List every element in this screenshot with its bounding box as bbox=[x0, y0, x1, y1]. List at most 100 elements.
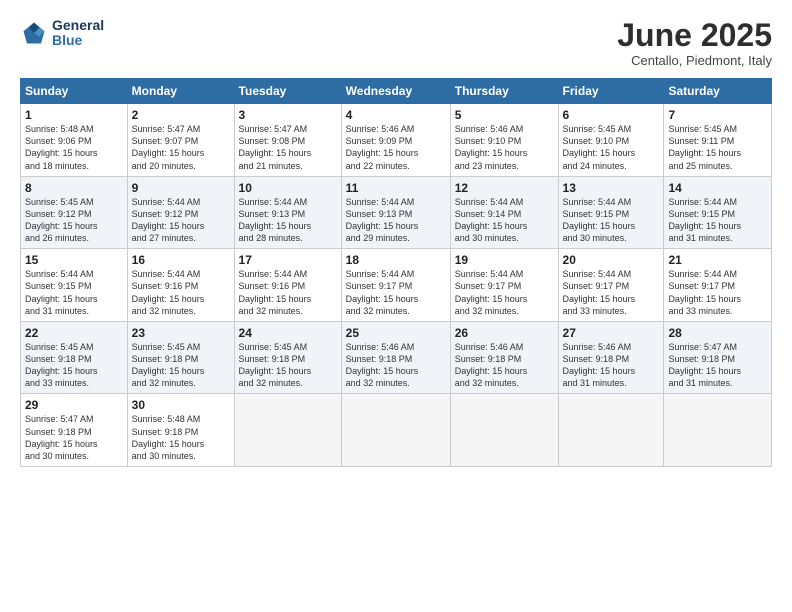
day-cell: 16Sunrise: 5:44 AM Sunset: 9:16 PM Dayli… bbox=[127, 249, 234, 322]
day-info: Sunrise: 5:48 AM Sunset: 9:06 PM Dayligh… bbox=[25, 123, 123, 172]
header: General Blue June 2025 Centallo, Piedmon… bbox=[20, 18, 772, 68]
day-cell: 11Sunrise: 5:44 AM Sunset: 9:13 PM Dayli… bbox=[341, 176, 450, 249]
day-info: Sunrise: 5:46 AM Sunset: 9:18 PM Dayligh… bbox=[346, 341, 446, 390]
day-cell bbox=[341, 394, 450, 467]
day-info: Sunrise: 5:44 AM Sunset: 9:16 PM Dayligh… bbox=[132, 268, 230, 317]
week-row-5: 29Sunrise: 5:47 AM Sunset: 9:18 PM Dayli… bbox=[21, 394, 772, 467]
weekday-header-tuesday: Tuesday bbox=[234, 79, 341, 104]
day-cell: 19Sunrise: 5:44 AM Sunset: 9:17 PM Dayli… bbox=[450, 249, 558, 322]
day-number: 22 bbox=[25, 326, 123, 340]
day-number: 18 bbox=[346, 253, 446, 267]
day-cell: 12Sunrise: 5:44 AM Sunset: 9:14 PM Dayli… bbox=[450, 176, 558, 249]
day-info: Sunrise: 5:45 AM Sunset: 9:11 PM Dayligh… bbox=[668, 123, 767, 172]
day-number: 7 bbox=[668, 108, 767, 122]
day-cell: 5Sunrise: 5:46 AM Sunset: 9:10 PM Daylig… bbox=[450, 104, 558, 177]
weekday-header-sunday: Sunday bbox=[21, 79, 128, 104]
day-number: 4 bbox=[346, 108, 446, 122]
day-cell: 7Sunrise: 5:45 AM Sunset: 9:11 PM Daylig… bbox=[664, 104, 772, 177]
day-info: Sunrise: 5:44 AM Sunset: 9:13 PM Dayligh… bbox=[239, 196, 337, 245]
weekday-header-wednesday: Wednesday bbox=[341, 79, 450, 104]
day-info: Sunrise: 5:45 AM Sunset: 9:18 PM Dayligh… bbox=[132, 341, 230, 390]
day-number: 30 bbox=[132, 398, 230, 412]
day-number: 9 bbox=[132, 181, 230, 195]
week-row-4: 22Sunrise: 5:45 AM Sunset: 9:18 PM Dayli… bbox=[21, 321, 772, 394]
day-number: 25 bbox=[346, 326, 446, 340]
weekday-header-row: SundayMondayTuesdayWednesdayThursdayFrid… bbox=[21, 79, 772, 104]
day-cell: 22Sunrise: 5:45 AM Sunset: 9:18 PM Dayli… bbox=[21, 321, 128, 394]
day-number: 15 bbox=[25, 253, 123, 267]
calendar: SundayMondayTuesdayWednesdayThursdayFrid… bbox=[20, 78, 772, 467]
day-number: 17 bbox=[239, 253, 337, 267]
day-cell: 25Sunrise: 5:46 AM Sunset: 9:18 PM Dayli… bbox=[341, 321, 450, 394]
day-number: 20 bbox=[563, 253, 660, 267]
day-number: 13 bbox=[563, 181, 660, 195]
day-cell: 27Sunrise: 5:46 AM Sunset: 9:18 PM Dayli… bbox=[558, 321, 664, 394]
title-block: June 2025 Centallo, Piedmont, Italy bbox=[617, 18, 772, 68]
day-info: Sunrise: 5:47 AM Sunset: 9:07 PM Dayligh… bbox=[132, 123, 230, 172]
day-number: 24 bbox=[239, 326, 337, 340]
day-info: Sunrise: 5:48 AM Sunset: 9:18 PM Dayligh… bbox=[132, 413, 230, 462]
month-title: June 2025 bbox=[617, 18, 772, 53]
day-number: 14 bbox=[668, 181, 767, 195]
day-cell: 15Sunrise: 5:44 AM Sunset: 9:15 PM Dayli… bbox=[21, 249, 128, 322]
day-info: Sunrise: 5:45 AM Sunset: 9:18 PM Dayligh… bbox=[25, 341, 123, 390]
day-info: Sunrise: 5:44 AM Sunset: 9:15 PM Dayligh… bbox=[25, 268, 123, 317]
day-number: 2 bbox=[132, 108, 230, 122]
day-number: 26 bbox=[455, 326, 554, 340]
day-info: Sunrise: 5:44 AM Sunset: 9:16 PM Dayligh… bbox=[239, 268, 337, 317]
day-number: 16 bbox=[132, 253, 230, 267]
day-cell: 18Sunrise: 5:44 AM Sunset: 9:17 PM Dayli… bbox=[341, 249, 450, 322]
day-info: Sunrise: 5:44 AM Sunset: 9:12 PM Dayligh… bbox=[132, 196, 230, 245]
day-cell: 20Sunrise: 5:44 AM Sunset: 9:17 PM Dayli… bbox=[558, 249, 664, 322]
day-info: Sunrise: 5:46 AM Sunset: 9:18 PM Dayligh… bbox=[455, 341, 554, 390]
day-cell: 23Sunrise: 5:45 AM Sunset: 9:18 PM Dayli… bbox=[127, 321, 234, 394]
day-number: 12 bbox=[455, 181, 554, 195]
week-row-3: 15Sunrise: 5:44 AM Sunset: 9:15 PM Dayli… bbox=[21, 249, 772, 322]
day-cell bbox=[450, 394, 558, 467]
day-info: Sunrise: 5:45 AM Sunset: 9:12 PM Dayligh… bbox=[25, 196, 123, 245]
day-number: 21 bbox=[668, 253, 767, 267]
day-cell: 17Sunrise: 5:44 AM Sunset: 9:16 PM Dayli… bbox=[234, 249, 341, 322]
day-cell: 21Sunrise: 5:44 AM Sunset: 9:17 PM Dayli… bbox=[664, 249, 772, 322]
week-row-1: 1Sunrise: 5:48 AM Sunset: 9:06 PM Daylig… bbox=[21, 104, 772, 177]
day-number: 6 bbox=[563, 108, 660, 122]
day-number: 11 bbox=[346, 181, 446, 195]
day-cell: 3Sunrise: 5:47 AM Sunset: 9:08 PM Daylig… bbox=[234, 104, 341, 177]
day-info: Sunrise: 5:46 AM Sunset: 9:10 PM Dayligh… bbox=[455, 123, 554, 172]
day-cell bbox=[234, 394, 341, 467]
day-info: Sunrise: 5:45 AM Sunset: 9:18 PM Dayligh… bbox=[239, 341, 337, 390]
day-cell bbox=[558, 394, 664, 467]
day-cell: 26Sunrise: 5:46 AM Sunset: 9:18 PM Dayli… bbox=[450, 321, 558, 394]
day-info: Sunrise: 5:46 AM Sunset: 9:09 PM Dayligh… bbox=[346, 123, 446, 172]
day-number: 19 bbox=[455, 253, 554, 267]
day-cell: 13Sunrise: 5:44 AM Sunset: 9:15 PM Dayli… bbox=[558, 176, 664, 249]
page: General Blue June 2025 Centallo, Piedmon… bbox=[0, 0, 792, 612]
day-cell: 10Sunrise: 5:44 AM Sunset: 9:13 PM Dayli… bbox=[234, 176, 341, 249]
day-info: Sunrise: 5:44 AM Sunset: 9:15 PM Dayligh… bbox=[563, 196, 660, 245]
logo-text: General Blue bbox=[52, 18, 104, 49]
day-info: Sunrise: 5:44 AM Sunset: 9:17 PM Dayligh… bbox=[668, 268, 767, 317]
day-number: 3 bbox=[239, 108, 337, 122]
day-cell: 24Sunrise: 5:45 AM Sunset: 9:18 PM Dayli… bbox=[234, 321, 341, 394]
day-cell: 4Sunrise: 5:46 AM Sunset: 9:09 PM Daylig… bbox=[341, 104, 450, 177]
logo-icon bbox=[20, 19, 48, 47]
day-info: Sunrise: 5:44 AM Sunset: 9:14 PM Dayligh… bbox=[455, 196, 554, 245]
weekday-header-friday: Friday bbox=[558, 79, 664, 104]
day-info: Sunrise: 5:44 AM Sunset: 9:15 PM Dayligh… bbox=[668, 196, 767, 245]
day-info: Sunrise: 5:44 AM Sunset: 9:17 PM Dayligh… bbox=[563, 268, 660, 317]
day-info: Sunrise: 5:47 AM Sunset: 9:08 PM Dayligh… bbox=[239, 123, 337, 172]
week-row-2: 8Sunrise: 5:45 AM Sunset: 9:12 PM Daylig… bbox=[21, 176, 772, 249]
day-info: Sunrise: 5:44 AM Sunset: 9:17 PM Dayligh… bbox=[346, 268, 446, 317]
subtitle: Centallo, Piedmont, Italy bbox=[617, 53, 772, 68]
day-cell bbox=[664, 394, 772, 467]
day-cell: 6Sunrise: 5:45 AM Sunset: 9:10 PM Daylig… bbox=[558, 104, 664, 177]
day-cell: 1Sunrise: 5:48 AM Sunset: 9:06 PM Daylig… bbox=[21, 104, 128, 177]
day-number: 27 bbox=[563, 326, 660, 340]
day-number: 10 bbox=[239, 181, 337, 195]
day-cell: 2Sunrise: 5:47 AM Sunset: 9:07 PM Daylig… bbox=[127, 104, 234, 177]
day-cell: 9Sunrise: 5:44 AM Sunset: 9:12 PM Daylig… bbox=[127, 176, 234, 249]
day-number: 5 bbox=[455, 108, 554, 122]
day-number: 29 bbox=[25, 398, 123, 412]
day-info: Sunrise: 5:47 AM Sunset: 9:18 PM Dayligh… bbox=[668, 341, 767, 390]
day-info: Sunrise: 5:47 AM Sunset: 9:18 PM Dayligh… bbox=[25, 413, 123, 462]
